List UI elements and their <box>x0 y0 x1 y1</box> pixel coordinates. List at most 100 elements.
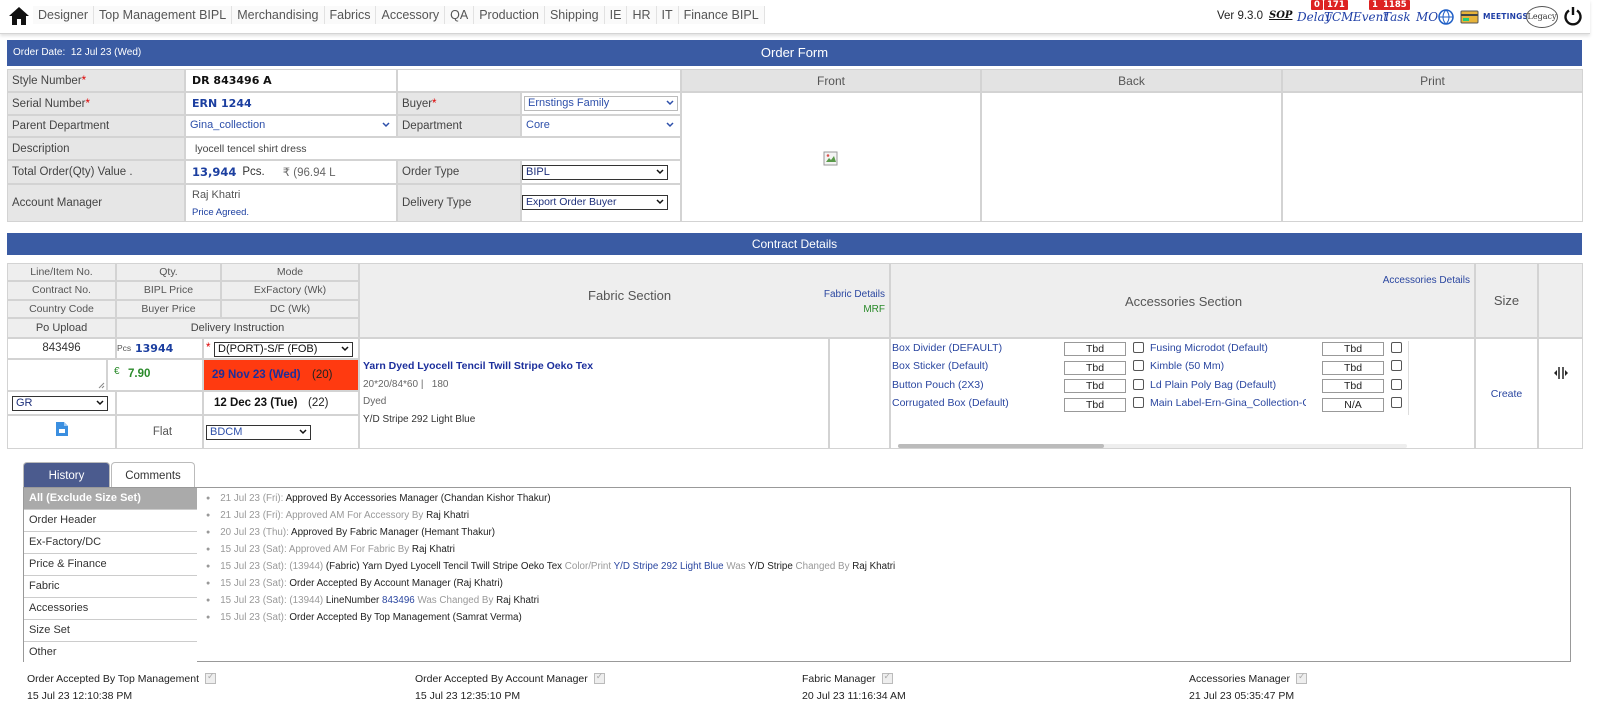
menu-hr[interactable]: HR <box>627 6 657 24</box>
approval-label: Fabric Manager <box>802 673 876 685</box>
menu-finance[interactable]: Finance BIPL <box>678 6 765 24</box>
accessories-details-link[interactable]: Accessories Details <box>1383 273 1470 289</box>
payment-icon[interactable] <box>1460 9 1480 25</box>
buyer-price-cell[interactable] <box>116 391 203 415</box>
th-bipl-price: BIPL Price <box>116 281 221 300</box>
globe-icon[interactable] <box>1438 9 1456 25</box>
filter-other[interactable]: Other <box>24 642 197 664</box>
top-navigation: Designer Top Management BIPL Merchandisi… <box>0 0 1590 34</box>
country-select[interactable]: GR <box>12 396 108 411</box>
total-unit: Pcs. <box>242 166 265 178</box>
account-manager-label: Account Manager <box>7 184 185 222</box>
split-column-icon[interactable] <box>1553 366 1569 380</box>
filter-all[interactable]: All (Exclude Size Set) <box>24 488 197 510</box>
history-filter-sidebar: All (Exclude Size Set) Order Header Ex-F… <box>24 488 197 664</box>
fabric-name[interactable]: Yarn Dyed Lyocell Tencil Twill Stripe Oe… <box>363 360 593 372</box>
country-cell: GR <box>7 391 116 415</box>
upload-file-icon[interactable] <box>55 421 69 437</box>
task-link[interactable]: Task <box>1383 10 1411 24</box>
buyer-select[interactable]: Ernstings Family <box>524 96 678 111</box>
th-size: Size <box>1475 263 1538 338</box>
filter-price-finance[interactable]: Price & Finance <box>24 554 197 576</box>
fabric-info-cell: Yarn Dyed Lyocell Tencil Twill Stripe Oe… <box>359 338 829 449</box>
menu-production[interactable]: Production <box>474 6 545 24</box>
approval-time: 15 Jul 23 12:35:10 PM <box>415 690 521 702</box>
qty-value: 13944 <box>135 342 174 355</box>
dc-week: (22) <box>308 397 329 409</box>
style-number-value: DR 843496 A <box>185 69 397 92</box>
resize-handle-icon[interactable] <box>98 382 105 389</box>
menu-accessory[interactable]: Accessory <box>376 6 446 24</box>
filter-fabric[interactable]: Fabric <box>24 576 197 598</box>
account-manager-cell: Raj Khatri Price Agreed. <box>185 184 397 222</box>
mode-select[interactable]: D(PORT)-S/F (FOB) <box>214 342 353 357</box>
serial-number-value: ERN 1244 <box>185 92 397 115</box>
total-order-cell: 13,944 Pcs. ₹ (96.94 L <box>185 160 397 184</box>
approval-accessories-manager: Accessories Manager 21 Jul 23 05:35:47 P… <box>1189 671 1307 702</box>
order-type-select[interactable]: BIPL <box>522 165 668 180</box>
approval-account-manager: Order Accepted By Account Manager 15 Jul… <box>415 671 605 702</box>
dc-cell: 12 Dec 23 (Tue) (22) <box>203 391 359 415</box>
horizontal-scrollbar[interactable] <box>898 444 1407 448</box>
menu-fabrics[interactable]: Fabrics <box>324 6 377 24</box>
menu-designer[interactable]: Designer <box>33 6 95 24</box>
history-panel: All (Exclude Size Set) Order Header Ex-F… <box>23 487 1571 664</box>
back-image-slot[interactable] <box>981 92 1282 222</box>
sop-link[interactable]: SOP <box>1269 10 1292 21</box>
menu-qa[interactable]: QA <box>445 6 475 24</box>
th-qty: Qty. <box>116 263 221 281</box>
menu-ie[interactable]: IE <box>604 6 628 24</box>
power-icon[interactable] <box>1563 6 1583 26</box>
chevron-down-icon <box>666 100 674 106</box>
mrf-link[interactable]: MRF <box>863 302 885 318</box>
blank-cell <box>397 69 681 92</box>
print-image-slot[interactable] <box>1282 92 1583 222</box>
tab-comments[interactable]: Comments <box>111 462 195 488</box>
menu-shipping[interactable]: Shipping <box>544 6 605 24</box>
total-qty: 13,944 <box>192 165 237 179</box>
filter-size-set[interactable]: Size Set <box>24 620 197 642</box>
approval-time: 15 Jul 23 12:10:38 PM <box>27 690 133 702</box>
description-value: lyocell tencel shirt dress <box>185 137 681 160</box>
history-entry: 15 Jul 23 (Sat): (13944) (Fabric) Yarn D… <box>206 561 895 578</box>
filter-exfactory-dc[interactable]: Ex-Factory/DC <box>24 532 197 554</box>
th-accessories-section: Accessories Section Accessories Details <box>890 263 1475 338</box>
approval-label: Accessories Manager <box>1189 673 1290 685</box>
th-po-upload: Po Upload <box>7 318 116 338</box>
menu-merchandising[interactable]: Merchandising <box>232 6 325 24</box>
back-header: Back <box>981 69 1282 92</box>
buyer-label: Buyer * <box>397 92 521 115</box>
delivery-select[interactable]: BDCM <box>206 425 311 440</box>
legacy-button[interactable]: Legacy <box>1526 6 1558 28</box>
parent-department-select[interactable]: Gina_collection <box>187 119 393 134</box>
approval-check-icon <box>593 671 605 684</box>
fabric-spec: 20*20/84*60 | 180 <box>363 379 449 390</box>
size-create-link[interactable]: Create <box>1476 388 1537 400</box>
pcs-label: Pcs <box>117 343 132 353</box>
row-action-cell <box>1538 338 1583 449</box>
tcm-link[interactable]: TCM <box>1324 10 1353 24</box>
department-select[interactable]: Core <box>523 119 677 134</box>
fabric-details-link[interactable]: Fabric Details <box>824 287 885 303</box>
contract-no-input[interactable] <box>7 359 107 391</box>
order-form-title: Order Form <box>760 45 829 60</box>
menu-it[interactable]: IT <box>656 6 679 24</box>
dc-date: 12 Dec 23 (Tue) <box>214 397 298 409</box>
menu-top-management[interactable]: Top Management BIPL <box>94 6 233 24</box>
mo-link[interactable]: MO <box>1416 10 1438 24</box>
meetings-link[interactable]: MEETINGS <box>1483 12 1528 21</box>
exfactory-date: 29 Nov 23 (Wed) <box>212 369 301 381</box>
home-icon[interactable] <box>8 6 30 26</box>
approval-fabric-manager: Fabric Manager 20 Jul 23 11:16:34 AM <box>802 671 906 702</box>
exfactory-cell: 29 Nov 23 (Wed) (20) <box>203 359 359 391</box>
front-image-slot[interactable] <box>681 92 981 222</box>
approval-time: 20 Jul 23 11:16:34 AM <box>802 690 906 702</box>
tab-history[interactable]: History <box>23 462 110 488</box>
chevron-down-icon <box>299 429 307 435</box>
broken-image-icon <box>823 151 838 166</box>
filter-order-header[interactable]: Order Header <box>24 510 197 532</box>
scrollbar-thumb[interactable] <box>898 444 1104 448</box>
parent-department-cell: Gina_collection <box>185 115 397 137</box>
filter-accessories[interactable]: Accessories <box>24 598 197 620</box>
delivery-type-select[interactable]: Export Order Buyer <box>522 195 668 210</box>
